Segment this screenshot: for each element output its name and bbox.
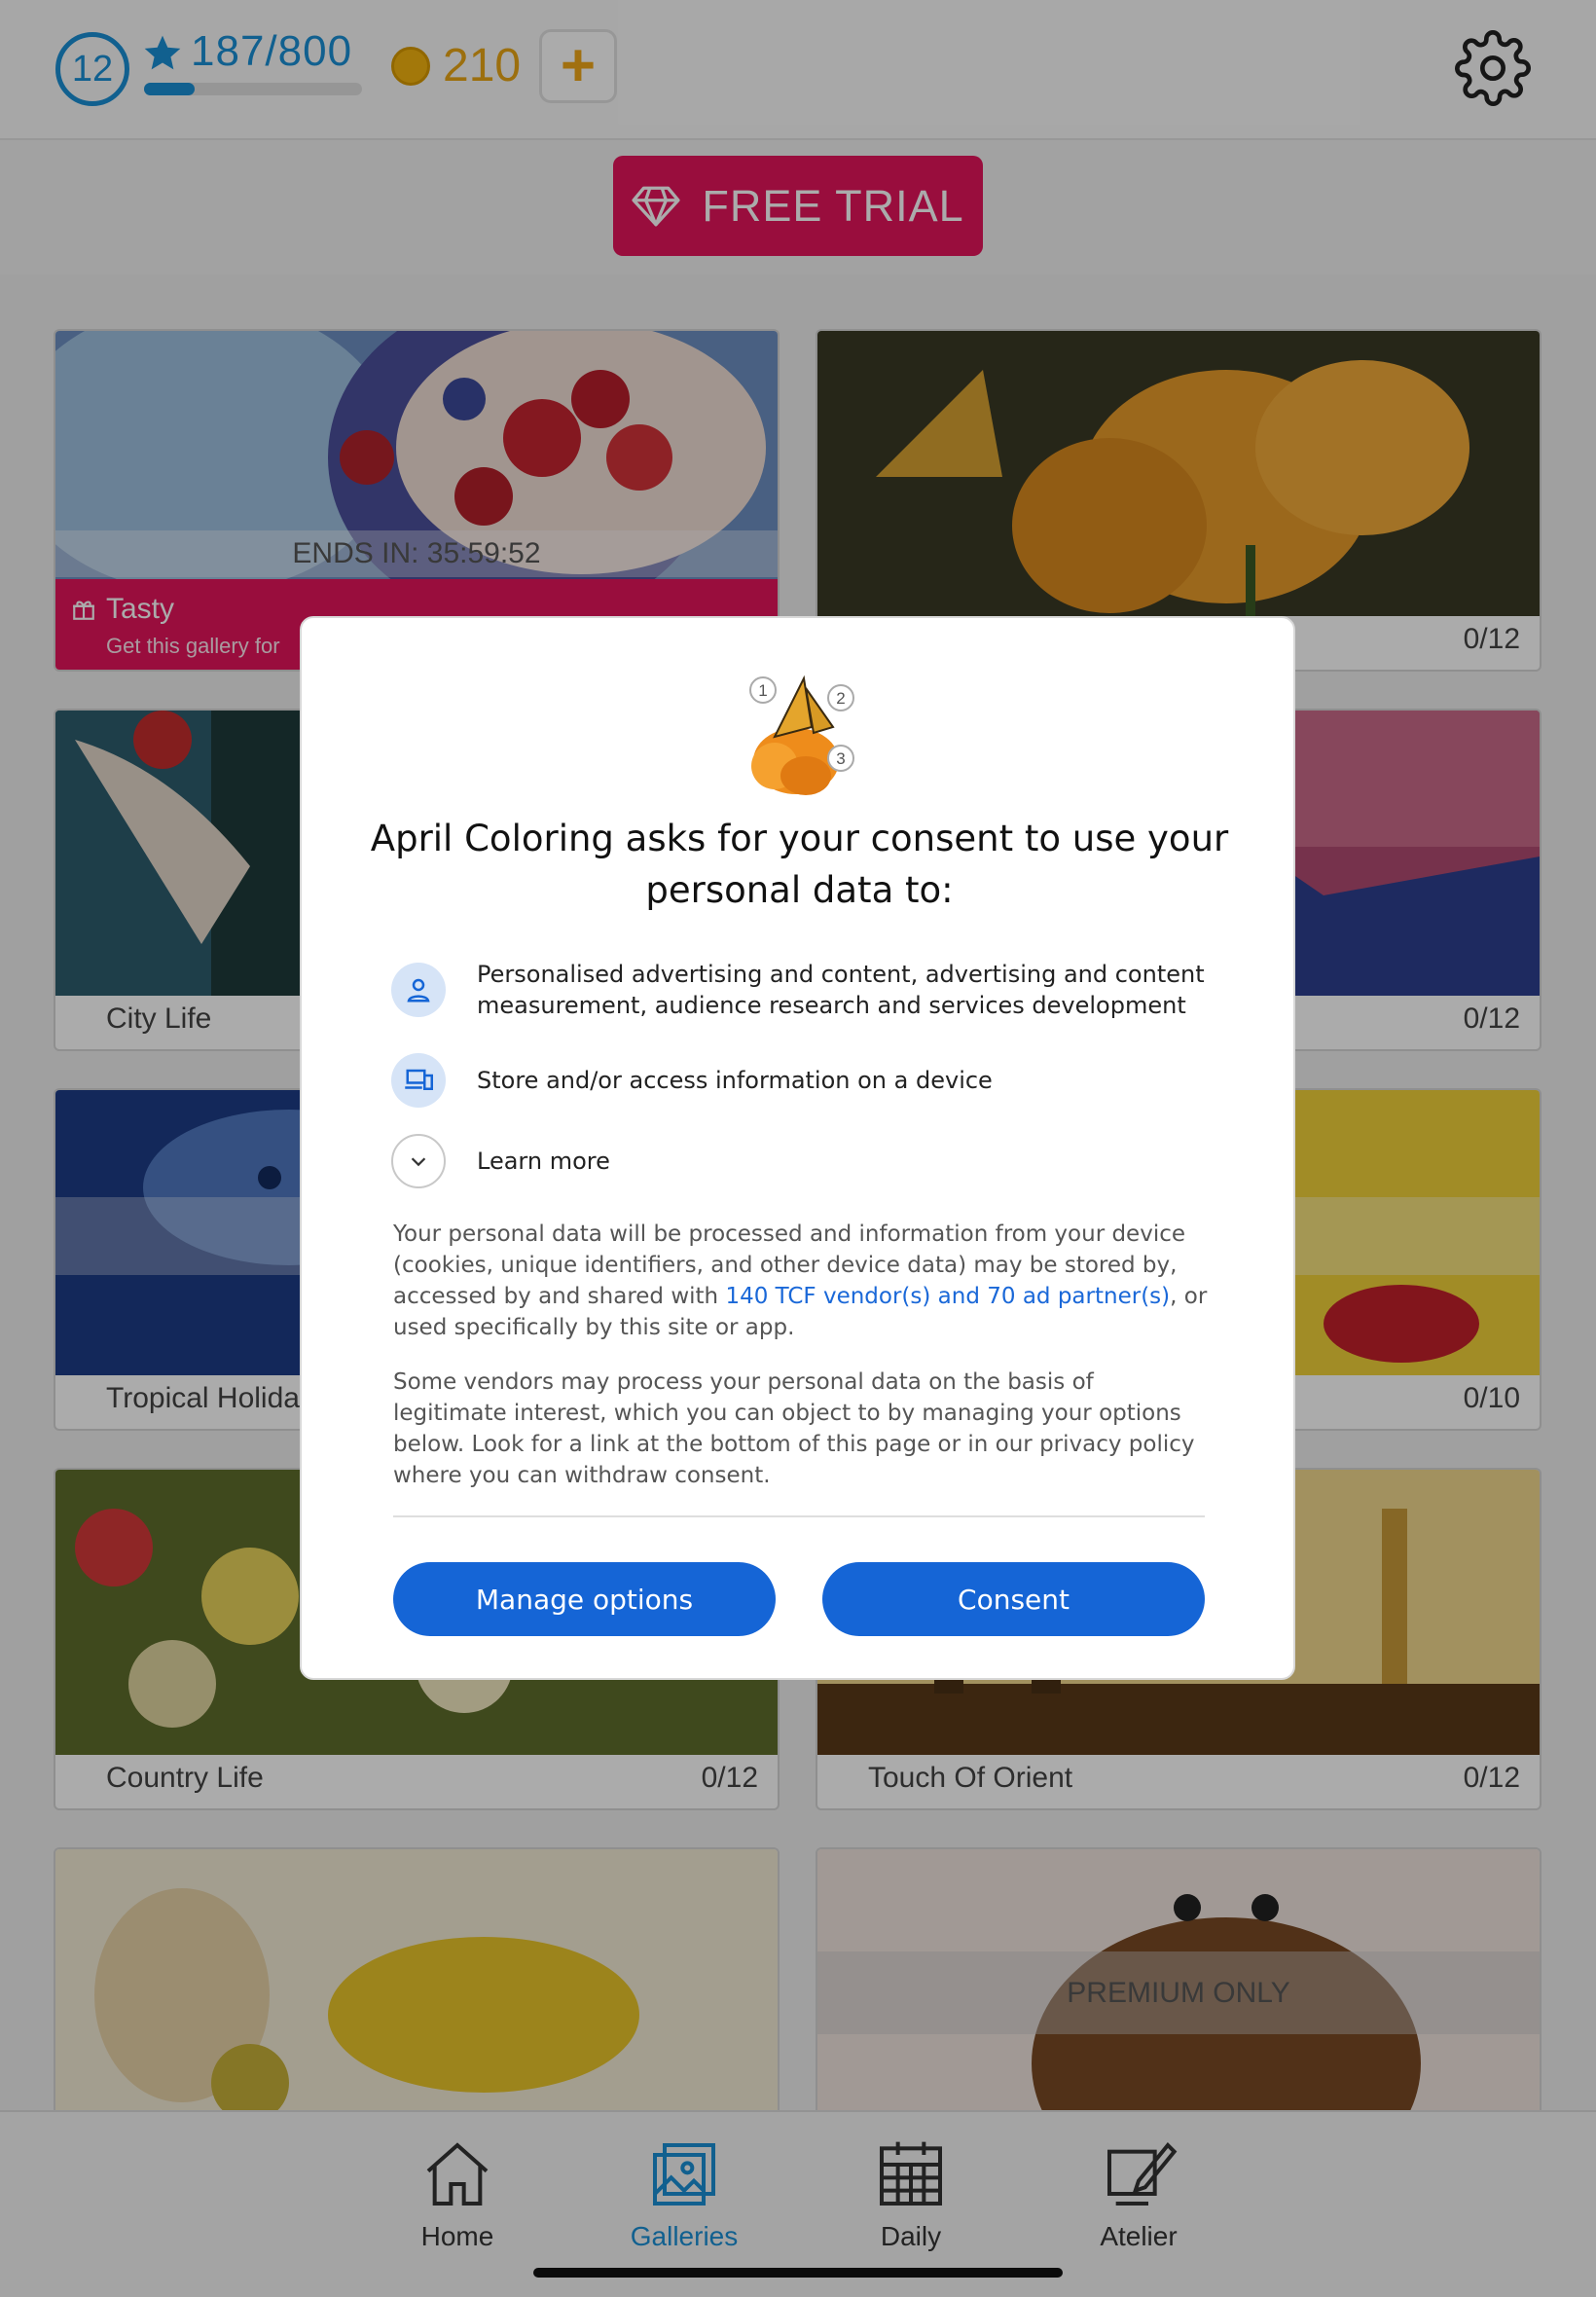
purpose-storage-text: Store and/or access information on a dev… [477,1067,993,1094]
consent-button[interactable]: Consent [822,1562,1205,1636]
purpose-storage: Store and/or access information on a dev… [391,1053,1228,1108]
manage-options-button[interactable]: Manage options [393,1562,776,1636]
devices-icon [391,1053,446,1108]
svg-text:1: 1 [758,681,767,700]
learn-more-label[interactable]: Learn more [477,1146,610,1177]
svg-text:3: 3 [836,749,845,768]
consent-title: April Coloring asks for your consent to … [370,818,1229,911]
svg-text:2: 2 [836,689,845,708]
consent-paragraph-legitimate-interest: Some vendors may process your personal d… [393,1369,1195,1488]
learn-more-row[interactable]: Learn more [391,1134,1228,1188]
person-icon [391,963,446,1017]
consent-dialog: 1 2 3 April Coloring asks for your conse… [300,616,1295,1680]
purpose-advertising: Personalised advertising and content, ad… [391,959,1228,1021]
app-logo: 1 2 3 [736,675,854,795]
dialog-divider [393,1515,1205,1517]
chevron-down-icon[interactable] [391,1134,446,1188]
vendors-link[interactable]: 140 TCF vendor(s) and 70 ad partner(s) [725,1284,1170,1309]
consent-paragraph-data: Your personal data will be processed and… [393,1219,1211,1343]
purpose-advertising-text: Personalised advertising and content, ad… [477,961,1205,1019]
